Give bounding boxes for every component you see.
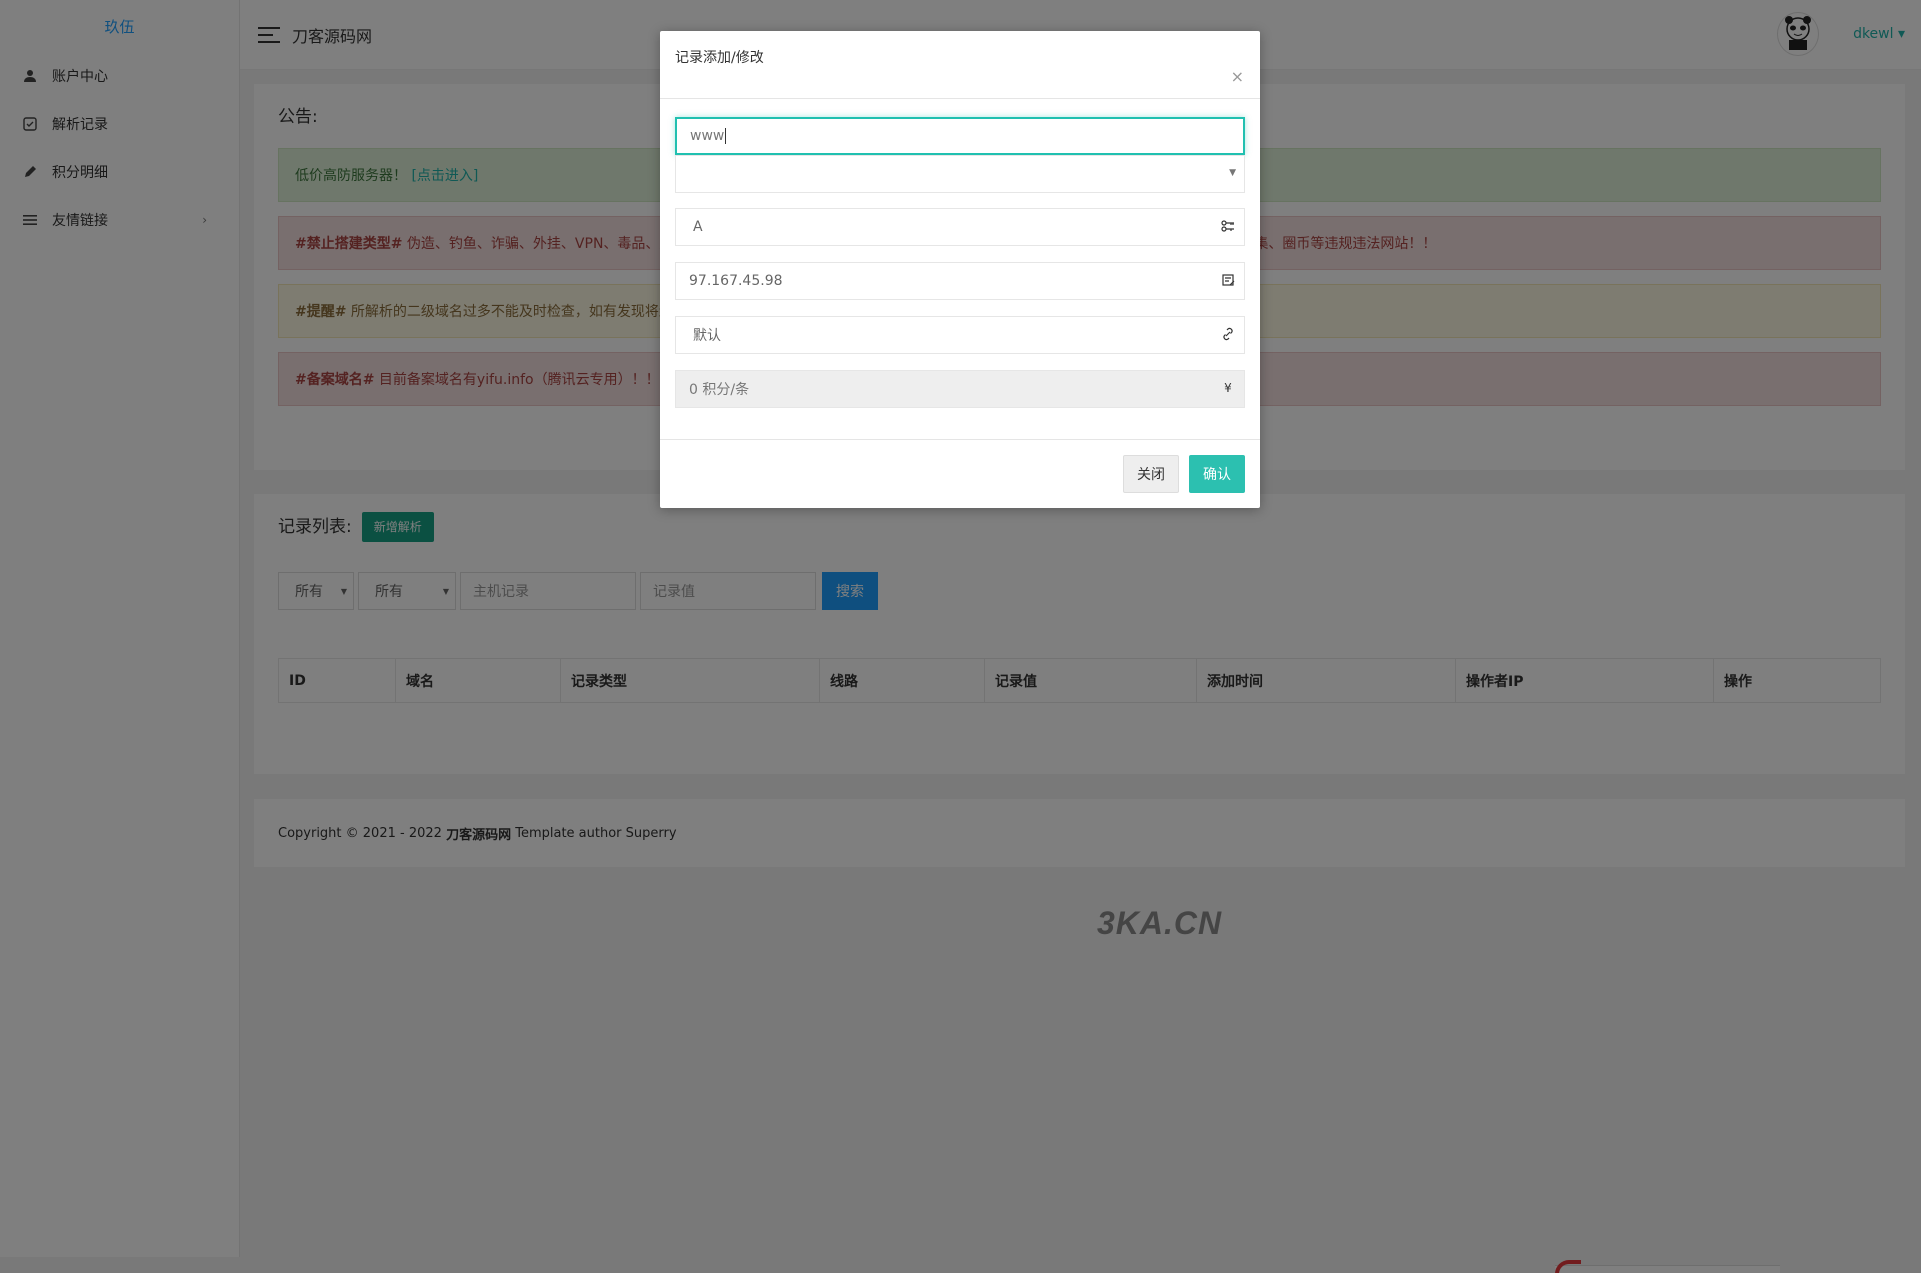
record-value-field[interactable]: 97.167.45.98 (675, 262, 1245, 300)
yen-icon: ¥ (1224, 381, 1232, 395)
confirm-button[interactable]: 确认 (1189, 455, 1245, 493)
close-button[interactable]: 关闭 (1123, 455, 1179, 493)
line-value: 默认 (693, 328, 721, 344)
line-field[interactable]: 默认 (675, 316, 1245, 354)
host-record-field[interactable]: www (675, 117, 1245, 155)
link-icon (1220, 326, 1236, 342)
record-type-field[interactable]: A (675, 208, 1245, 246)
modal-title: 记录添加/修改 (675, 50, 764, 66)
host-record-value: www (690, 128, 725, 144)
divider (660, 439, 1260, 440)
text-cursor (725, 128, 727, 144)
caret-down-icon: ▼ (1229, 168, 1236, 178)
record-type-value: A (693, 219, 703, 235)
edit-note-icon (1220, 272, 1236, 288)
divider (660, 98, 1260, 99)
record-edit-modal: 记录添加/修改 × www ▼ A 97.167.45.98 默认 0 积分/条… (660, 31, 1260, 508)
cost-field: 0 积分/条 ¥ (675, 370, 1245, 408)
record-value-text: 97.167.45.98 (689, 273, 783, 289)
close-icon[interactable]: × (1231, 67, 1244, 86)
domain-select[interactable]: ▼ (675, 155, 1245, 193)
key-icon (1220, 218, 1236, 234)
cost-value: 0 积分/条 (689, 382, 750, 398)
